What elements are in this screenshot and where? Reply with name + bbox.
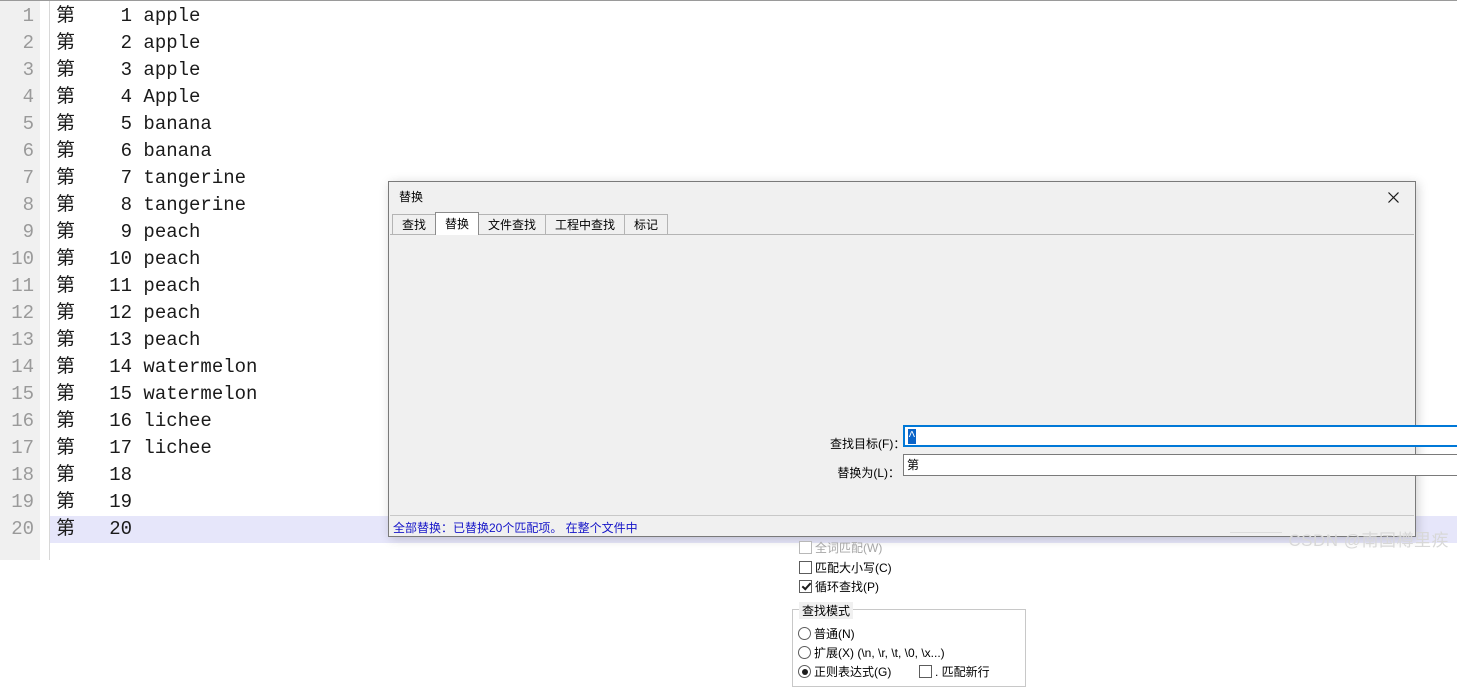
mode-normal-radio[interactable]: 普通(N)	[798, 627, 855, 641]
wrap-around-checkbox[interactable]: 循环查找(P)	[799, 580, 879, 594]
watermark-text: CSDN @南国樽里疾	[1288, 531, 1449, 550]
line-text: 第 17 lichee	[56, 437, 212, 459]
checkbox-glyph	[799, 541, 812, 554]
close-icon[interactable]	[1373, 184, 1413, 210]
line-text: 第 12 peach	[56, 302, 201, 324]
line-text: 第 14 watermelon	[56, 356, 258, 378]
line-text: 第 8 tangerine	[56, 194, 247, 216]
line-number: 3	[22, 59, 34, 81]
match-case-label: 匹配大小写(C)	[815, 561, 892, 575]
dot-matches-newline-label: . 匹配新行	[935, 665, 990, 679]
mode-normal-label: 普通(N)	[814, 627, 855, 641]
line-text: 第 13 peach	[56, 329, 201, 351]
line-number: 16	[11, 410, 34, 432]
mode-regex-label: 正则表达式(G)	[814, 665, 892, 679]
replace-with-label: 替换为(L)：	[837, 466, 900, 480]
line-number: 12	[11, 302, 34, 324]
tab-3[interactable]: 工程中查找	[545, 214, 626, 234]
line-number: 17	[11, 437, 34, 459]
tab-underline	[390, 234, 1414, 235]
line-number: 11	[11, 275, 34, 297]
line-number: 19	[11, 491, 34, 513]
editor-line[interactable]: 3 第 3 apple	[0, 57, 1457, 84]
dot-matches-newline-checkbox[interactable]: . 匹配新行	[919, 665, 990, 679]
line-text: 第 6 banana	[56, 140, 212, 162]
line-number: 1	[22, 5, 34, 27]
line-text: 第 4 Apple	[56, 86, 201, 108]
dialog-tabs[interactable]: 查找 替换 文件查找 工程中查找 标记	[390, 212, 1414, 235]
line-number: 10	[11, 248, 34, 270]
line-text: 第 11 peach	[56, 275, 201, 297]
editor-line[interactable]: 4 第 4 Apple	[0, 84, 1457, 111]
find-target-label: 查找目标(F)：	[830, 437, 906, 451]
mode-regex-radio[interactable]: 正则表达式(G)	[798, 665, 891, 679]
find-input-selection: ^	[908, 429, 916, 444]
line-number: 18	[11, 464, 34, 486]
dialog-title: 替换	[399, 190, 424, 204]
checkbox-glyph	[799, 561, 812, 574]
line-text: 第 7 tangerine	[56, 167, 247, 189]
match-case-checkbox[interactable]: 匹配大小写(C)	[799, 561, 892, 575]
line-number: 6	[22, 140, 34, 162]
tab-1[interactable]: 替换	[435, 212, 480, 235]
line-number: 7	[22, 167, 34, 189]
line-text: 第 9 peach	[56, 221, 201, 243]
find-input[interactable]: ^	[903, 425, 1457, 447]
whole-word-checkbox: 全词匹配(W)	[799, 541, 882, 555]
search-mode-group-title: 查找模式	[799, 602, 854, 619]
line-number: 8	[22, 194, 34, 216]
tab-0[interactable]: 查找	[392, 214, 437, 234]
wrap-around-label: 循环查找(P)	[815, 580, 879, 594]
editor-line[interactable]: 2 第 2 apple	[0, 30, 1457, 57]
line-text: 第 20	[56, 518, 133, 540]
line-text: 第 2 apple	[56, 32, 201, 54]
checkbox-glyph	[919, 665, 932, 678]
tab-4[interactable]: 标记	[624, 214, 669, 234]
status-message: 全部替换：已替换20个匹配项。 在整个文件中	[393, 521, 638, 535]
mode-extended-radio[interactable]: 扩展(X) (\n, \r, \t, \0, \x...)	[798, 646, 945, 660]
checkbox-glyph	[799, 580, 812, 593]
mode-extended-label: 扩展(X) (\n, \r, \t, \0, \x...)	[814, 646, 945, 660]
line-number: 14	[11, 356, 34, 378]
line-number: 20	[11, 518, 34, 540]
replace-input-value: 第	[907, 458, 920, 472]
whole-word-label: 全词匹配(W)	[815, 541, 883, 555]
editor-line[interactable]: 1 第 1 apple	[0, 3, 1457, 30]
line-number: 9	[22, 221, 34, 243]
replace-input[interactable]: 第	[903, 454, 1457, 476]
line-number: 2	[22, 32, 34, 54]
line-text: 第 3 apple	[56, 59, 201, 81]
line-number: 4	[22, 86, 34, 108]
line-number: 5	[22, 113, 34, 135]
editor-line[interactable]: 6 第 6 banana	[0, 138, 1457, 165]
replace-dialog[interactable]: 替换 查找 替换 文件查找 工程中查找 标记 查找目标(F)： ^ 替换为(L)： 第 …	[388, 181, 1457, 687]
line-text: 第 16 lichee	[56, 410, 212, 432]
radio-glyph	[798, 646, 811, 659]
tab-2[interactable]: 文件查找	[478, 214, 547, 234]
close-glyph	[1387, 191, 1399, 203]
line-text: 第 19	[56, 491, 133, 513]
radio-glyph	[798, 665, 811, 678]
line-text: 第 15 watermelon	[56, 383, 258, 405]
line-text: 第 10 peach	[56, 248, 201, 270]
dialog-titlebar[interactable]: 替换	[389, 182, 1415, 212]
line-text: 第 1 apple	[56, 5, 201, 27]
watermark-line	[1230, 532, 1282, 533]
line-number: 13	[11, 329, 34, 351]
line-text: 第 18	[56, 464, 133, 486]
line-text: 第 5 banana	[56, 113, 212, 135]
editor-line[interactable]: 5 第 5 banana	[0, 111, 1457, 138]
radio-glyph	[798, 627, 811, 640]
find-input-value: ^	[908, 429, 916, 445]
line-number: 15	[11, 383, 34, 405]
